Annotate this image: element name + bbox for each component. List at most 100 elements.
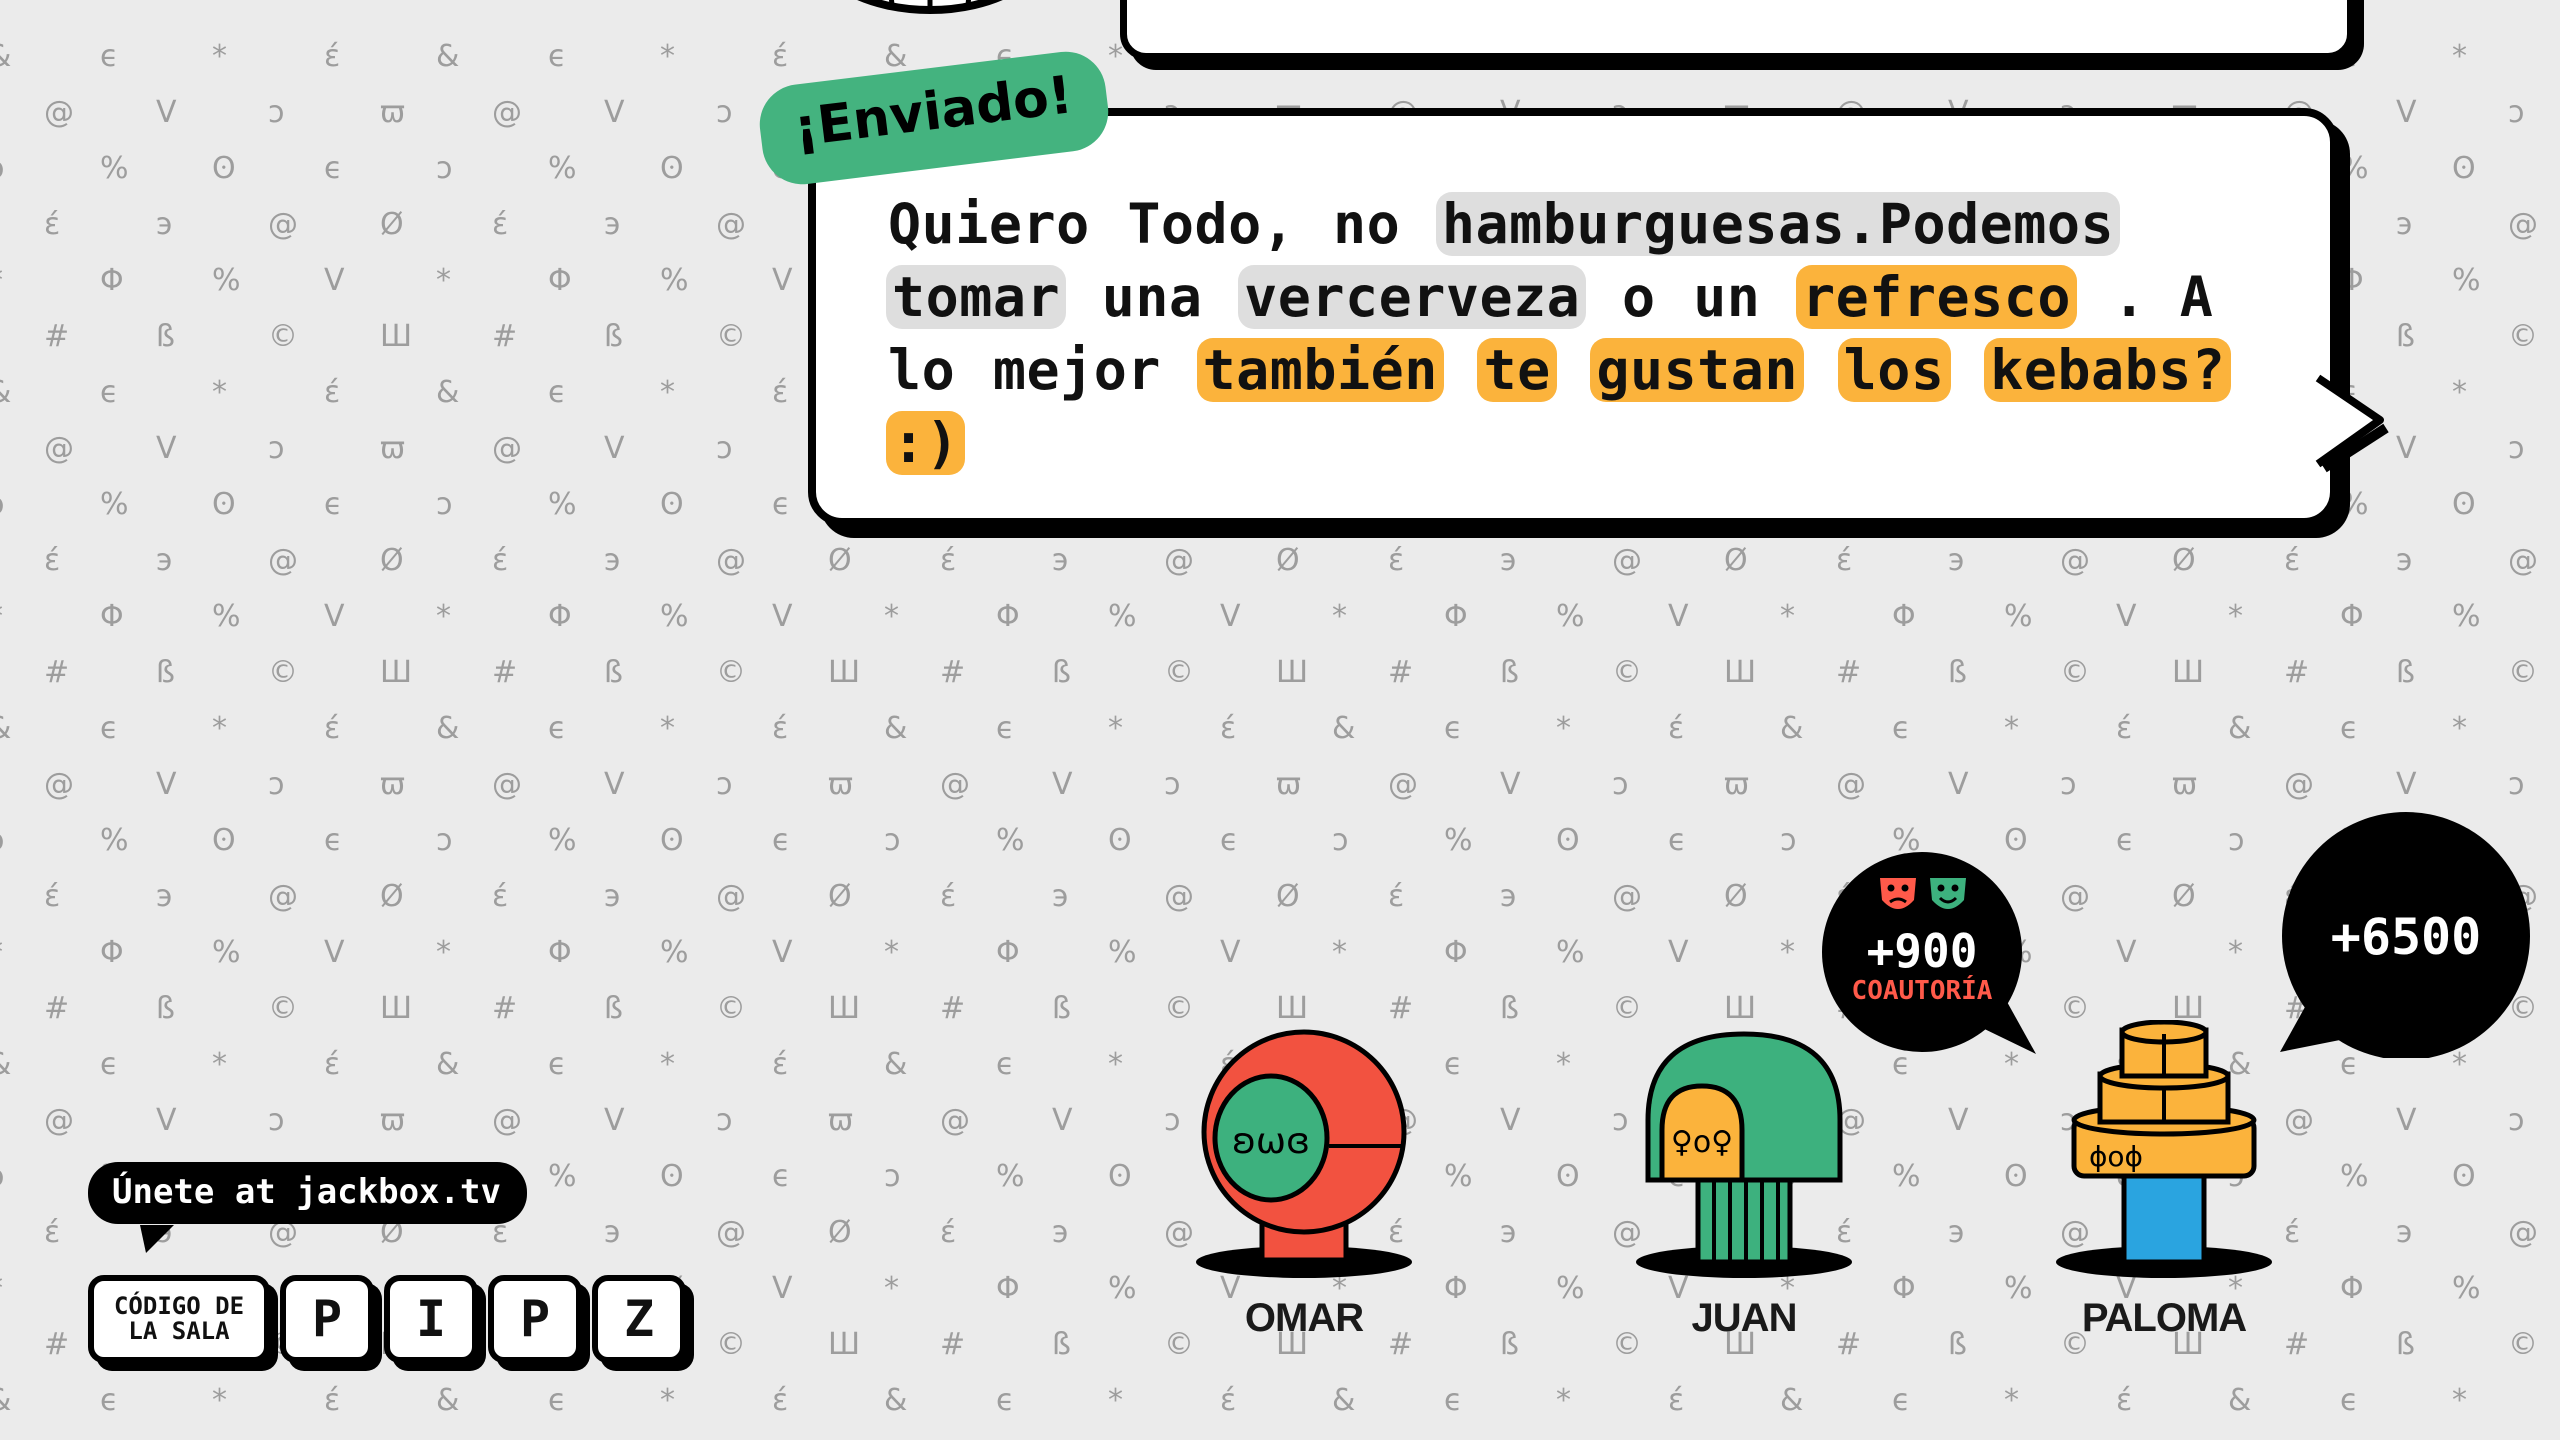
svg-text:э: э xyxy=(2396,543,2412,578)
svg-text:♀o♀: ♀o♀ xyxy=(1671,1125,1733,1160)
svg-text:Ø: Ø xyxy=(1724,543,1748,578)
svg-text:&: & xyxy=(2228,711,2251,746)
svg-text:ϖ: ϖ xyxy=(380,95,405,130)
svg-text:#: # xyxy=(940,991,965,1026)
message-word: mejor xyxy=(992,338,1161,402)
svg-text:V: V xyxy=(1052,1103,1073,1138)
svg-text:©: © xyxy=(2508,1327,2538,1362)
svg-text:Ш: Ш xyxy=(828,1327,860,1362)
svg-text:©: © xyxy=(2508,655,2538,690)
svg-text:ϵ: ϵ xyxy=(996,711,1014,746)
svg-text:*: * xyxy=(2228,935,2243,970)
svg-text:V: V xyxy=(324,935,345,970)
svg-text:&: & xyxy=(0,1383,11,1418)
svg-text:@: @ xyxy=(268,207,298,242)
svg-text:Ш: Ш xyxy=(380,319,412,354)
svg-text:ʘ: ʘ xyxy=(212,487,236,522)
svg-text:©: © xyxy=(716,1327,746,1362)
svg-text:Ø: Ø xyxy=(828,879,852,914)
svg-text:V: V xyxy=(1220,935,1241,970)
message-word: gustan xyxy=(1590,338,1805,402)
svg-text:ʘ: ʘ xyxy=(1108,1159,1132,1194)
svg-text:%: % xyxy=(2340,151,2369,186)
svg-text:ϵ: ϵ xyxy=(100,1383,118,1418)
svg-text:&: & xyxy=(884,711,907,746)
svg-text:&: & xyxy=(0,375,11,410)
svg-text:ɔ: ɔ xyxy=(884,823,900,858)
svg-text:ϵ: ϵ xyxy=(548,1383,566,1418)
svg-text:э: э xyxy=(604,543,620,578)
svg-text:ɔ: ɔ xyxy=(716,767,732,802)
message-bubble-container: Quiero Todo, no hamburguesas.Podemos tom… xyxy=(808,108,2338,526)
message-word: Todo, xyxy=(1127,192,1296,256)
svg-text:*: * xyxy=(2452,39,2467,74)
svg-text:Ø: Ø xyxy=(2172,543,2196,578)
svg-text:&: & xyxy=(436,1383,459,1418)
svg-text:ϵ: ϵ xyxy=(100,711,118,746)
previous-message-bubble xyxy=(1120,0,2354,60)
svg-text:ß: ß xyxy=(1948,1327,1967,1362)
svg-text:@: @ xyxy=(2060,543,2090,578)
svg-text:*: * xyxy=(2452,375,2467,410)
svg-text:ɔ: ɔ xyxy=(716,431,732,466)
svg-text:ϖ: ϖ xyxy=(380,431,405,466)
svg-text:э: э xyxy=(156,207,172,242)
svg-text:#: # xyxy=(44,1327,69,1362)
svg-text:%: % xyxy=(1444,823,1473,858)
svg-text:ß: ß xyxy=(2396,655,2415,690)
svg-text:%: % xyxy=(996,1159,1025,1194)
svg-text:%: % xyxy=(1108,935,1137,970)
svg-text:*: * xyxy=(1108,711,1123,746)
svg-text:ɔ: ɔ xyxy=(716,95,732,130)
svg-text:V: V xyxy=(604,431,625,466)
svg-text:*: * xyxy=(0,263,3,298)
svg-text:V: V xyxy=(2396,431,2417,466)
svg-text:ϵ: ϵ xyxy=(1444,711,1462,746)
message-word: una xyxy=(1101,265,1203,329)
room-code-label: CÓDIGO DE LA SALA xyxy=(88,1275,270,1363)
svg-text:*: * xyxy=(212,1383,227,1418)
svg-text:ϵ: ϵ xyxy=(100,39,118,74)
svg-text:ʘ: ʘ xyxy=(2004,1159,2028,1194)
svg-text:έ: έ xyxy=(772,39,788,74)
svg-text:Ш: Ш xyxy=(828,655,860,690)
svg-text:@: @ xyxy=(2508,543,2538,578)
svg-text:ʘ: ʘ xyxy=(2452,151,2476,186)
svg-text:*: * xyxy=(1108,1047,1123,1082)
svg-text:ϵ: ϵ xyxy=(324,823,342,858)
svg-text:@: @ xyxy=(1612,543,1642,578)
svg-text:ʘ: ʘ xyxy=(2452,487,2476,522)
svg-text:ß: ß xyxy=(604,319,623,354)
svg-text:#: # xyxy=(492,319,517,354)
svg-text:V: V xyxy=(2116,935,2137,970)
svg-text:@: @ xyxy=(1612,879,1642,914)
svg-text:#: # xyxy=(492,655,517,690)
svg-text:ʘ: ʘ xyxy=(660,1159,684,1194)
red-round-head-icon: ʚωɞ xyxy=(1196,1029,1412,1278)
svg-text:Ø: Ø xyxy=(1276,879,1300,914)
svg-text:ɔ: ɔ xyxy=(1612,767,1628,802)
svg-text:%: % xyxy=(2340,1159,2369,1194)
svg-text:ɔ: ɔ xyxy=(2508,767,2524,802)
svg-text:ϵ: ϵ xyxy=(1668,823,1686,858)
svg-text:ϵ: ϵ xyxy=(548,1047,566,1082)
svg-text:ϵ: ϵ xyxy=(100,1047,118,1082)
message-bubble-tail xyxy=(2315,374,2389,473)
svg-text:V: V xyxy=(772,1271,793,1306)
svg-text:&: & xyxy=(0,1047,11,1082)
svg-text:έ: έ xyxy=(1220,711,1236,746)
svg-text:#: # xyxy=(2284,655,2309,690)
svg-text:ɛ́: ɛ́ xyxy=(1836,543,1852,578)
svg-text:ɛ́: ɛ́ xyxy=(1388,543,1404,578)
svg-text:Ш: Ш xyxy=(828,991,860,1026)
svg-text:ϖ: ϖ xyxy=(380,1103,405,1138)
svg-text:%: % xyxy=(548,487,577,522)
svg-text:э: э xyxy=(2396,207,2412,242)
svg-text:ß: ß xyxy=(1052,991,1071,1026)
svg-text:V: V xyxy=(1500,767,1521,802)
svg-text:*: * xyxy=(2004,1383,2019,1418)
svg-text:ɛ́: ɛ́ xyxy=(940,543,956,578)
svg-text:ɛ́: ɛ́ xyxy=(2284,543,2300,578)
svg-text:@: @ xyxy=(940,1103,970,1138)
svg-text:#: # xyxy=(2284,1327,2309,1362)
